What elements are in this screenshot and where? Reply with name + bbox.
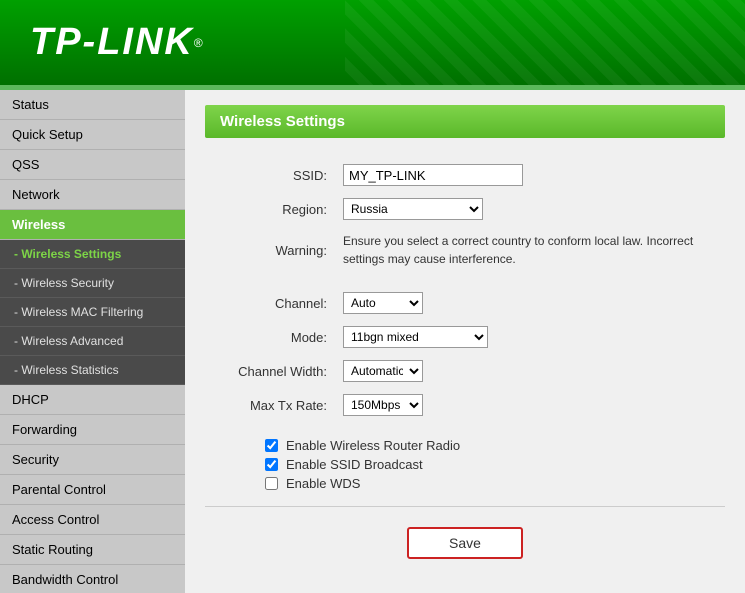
sidebar: StatusQuick SetupQSSNetworkWireless- Wir… bbox=[0, 90, 185, 593]
enable-radio-label: Enable Wireless Router Radio bbox=[286, 438, 460, 453]
sidebar-item-status[interactable]: Status bbox=[0, 90, 185, 120]
max-tx-label: Max Tx Rate: bbox=[205, 388, 335, 422]
enable-ssid-checkbox[interactable] bbox=[265, 458, 278, 471]
channel-value-cell: Auto 123 456 bbox=[335, 286, 725, 320]
sidebar-item-parental-control[interactable]: Parental Control bbox=[0, 475, 185, 505]
header: TP-LINK® bbox=[0, 0, 745, 85]
ssid-value-cell bbox=[335, 158, 725, 192]
sidebar-item-access-control[interactable]: Access Control bbox=[0, 505, 185, 535]
enable-ssid-row: Enable SSID Broadcast bbox=[265, 457, 725, 472]
channel-width-select[interactable]: Automatic 20MHz 40MHz bbox=[343, 360, 423, 382]
sidebar-item-wireless-settings[interactable]: - Wireless Settings bbox=[0, 240, 185, 269]
save-button-container: Save bbox=[205, 527, 725, 559]
channel-width-label: Channel Width: bbox=[205, 354, 335, 388]
warning-row: Warning: Ensure you select a correct cou… bbox=[205, 226, 725, 274]
channel-width-row: Channel Width: Automatic 20MHz 40MHz bbox=[205, 354, 725, 388]
warning-value-cell: Ensure you select a correct country to c… bbox=[335, 226, 725, 274]
mode-label: Mode: bbox=[205, 320, 335, 354]
sidebar-item-network[interactable]: Network bbox=[0, 180, 185, 210]
ssid-row: SSID: bbox=[205, 158, 725, 192]
channel-row: Channel: Auto 123 456 bbox=[205, 286, 725, 320]
ssid-input[interactable] bbox=[343, 164, 523, 186]
channel-select[interactable]: Auto 123 456 bbox=[343, 292, 423, 314]
sidebar-item-wireless-security[interactable]: - Wireless Security bbox=[0, 269, 185, 298]
sidebar-item-wireless[interactable]: Wireless bbox=[0, 210, 185, 240]
enable-wds-checkbox[interactable] bbox=[265, 477, 278, 490]
mode-row: Mode: 11bgn mixed 11bg mixed 11b only 11… bbox=[205, 320, 725, 354]
max-tx-select[interactable]: 150Mbps 300Mbps bbox=[343, 394, 423, 416]
content-area: Wireless Settings SSID: Region: Russia U… bbox=[185, 90, 745, 593]
sidebar-item-forwarding[interactable]: Forwarding bbox=[0, 415, 185, 445]
max-tx-row: Max Tx Rate: 150Mbps 300Mbps bbox=[205, 388, 725, 422]
channel-width-value-cell: Automatic 20MHz 40MHz bbox=[335, 354, 725, 388]
settings-form: SSID: Region: Russia United States Europ… bbox=[205, 158, 725, 422]
sidebar-item-bandwidth-control[interactable]: Bandwidth Control bbox=[0, 565, 185, 593]
ssid-label: SSID: bbox=[205, 158, 335, 192]
logo-trademark: ® bbox=[194, 36, 203, 50]
enable-wds-row: Enable WDS bbox=[265, 476, 725, 491]
main-layout: StatusQuick SetupQSSNetworkWireless- Wir… bbox=[0, 90, 745, 593]
sidebar-item-security[interactable]: Security bbox=[0, 445, 185, 475]
sidebar-item-wireless-stats[interactable]: - Wireless Statistics bbox=[0, 356, 185, 385]
region-row: Region: Russia United States Europe Chin… bbox=[205, 192, 725, 226]
sidebar-item-static-routing[interactable]: Static Routing bbox=[0, 535, 185, 565]
enable-radio-checkbox[interactable] bbox=[265, 439, 278, 452]
divider bbox=[205, 506, 725, 507]
sidebar-item-wireless-mac[interactable]: - Wireless MAC Filtering bbox=[0, 298, 185, 327]
mode-value-cell: 11bgn mixed 11bg mixed 11b only 11g only… bbox=[335, 320, 725, 354]
save-button[interactable]: Save bbox=[407, 527, 523, 559]
max-tx-value-cell: 150Mbps 300Mbps bbox=[335, 388, 725, 422]
section-title: Wireless Settings bbox=[205, 105, 725, 138]
enable-radio-row: Enable Wireless Router Radio bbox=[265, 438, 725, 453]
logo: TP-LINK bbox=[30, 21, 194, 64]
warning-label: Warning: bbox=[205, 226, 335, 274]
enable-ssid-label: Enable SSID Broadcast bbox=[286, 457, 423, 472]
sidebar-item-dhcp[interactable]: DHCP bbox=[0, 385, 185, 415]
sidebar-item-quick-setup[interactable]: Quick Setup bbox=[0, 120, 185, 150]
sidebar-item-wireless-advanced[interactable]: - Wireless Advanced bbox=[0, 327, 185, 356]
region-value-cell: Russia United States Europe China bbox=[335, 192, 725, 226]
warning-text: Ensure you select a correct country to c… bbox=[343, 234, 693, 266]
region-select[interactable]: Russia United States Europe China bbox=[343, 198, 483, 220]
enable-wds-label: Enable WDS bbox=[286, 476, 360, 491]
sidebar-item-qss[interactable]: QSS bbox=[0, 150, 185, 180]
mode-select[interactable]: 11bgn mixed 11bg mixed 11b only 11g only… bbox=[343, 326, 488, 348]
region-label: Region: bbox=[205, 192, 335, 226]
channel-label: Channel: bbox=[205, 286, 335, 320]
